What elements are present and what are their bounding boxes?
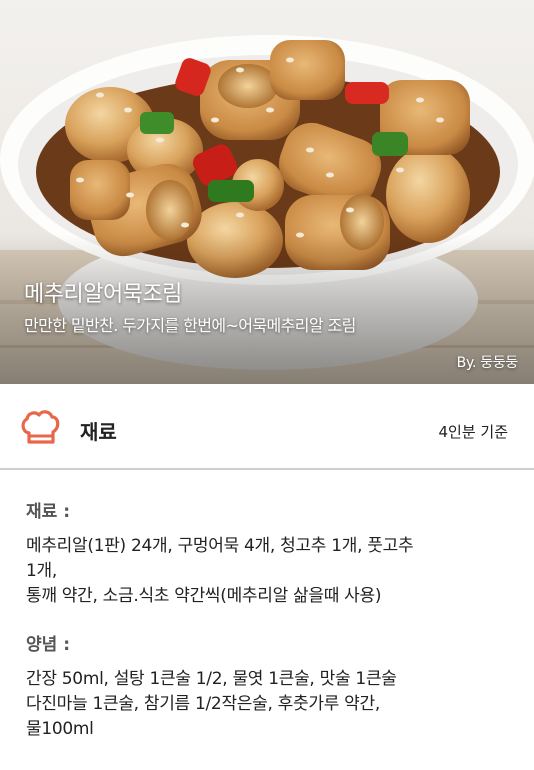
recipe-hero-image: 메추리알어묵조림 만만한 밑반찬. 두가지를 한번에~어묵메추리알 조림 By.… <box>0 0 534 384</box>
ingredient-line: 통깨 약간, 소금.식초 약간씩(메추리알 삶을때 사용) <box>26 586 382 606</box>
recipe-title: 메추리알어묵조림 <box>24 282 182 307</box>
sauce-ingredients-label: 양념 : <box>26 635 70 655</box>
chef-hat-icon <box>21 410 60 444</box>
serving-size: 4인분 기준 <box>438 423 508 441</box>
sauce-ingredients-list: 간장 50ml, 설탕 1큰술 1/2, 물엿 1큰술, 맛술 1큰술 다진마늘… <box>26 667 516 742</box>
main-ingredients-list: 메추리알(1판) 24개, 구멍어묵 4개, 청고추 1개, 풋고추 1개, 통… <box>26 534 516 609</box>
ingredient-line: 다진마늘 1큰술, 참기름 1/2작은술, 후춧가루 약간, <box>26 694 380 714</box>
hero-gradient-overlay <box>0 234 534 384</box>
recipe-author[interactable]: By. 둥둥둥 <box>457 352 519 372</box>
sauce-ingredients-group: 양념 : 간장 50ml, 설탕 1큰술 1/2, 물엿 1큰술, 맛술 1큰술… <box>26 633 516 742</box>
ingredients-section-header: 재료 4인분 기준 <box>0 384 534 470</box>
main-ingredients-label: 재료 : <box>26 502 70 522</box>
ingredients-content: 재료 : 메추리알(1판) 24개, 구멍어묵 4개, 청고추 1개, 풋고추 … <box>26 500 516 742</box>
ingredient-line: 물100ml <box>26 719 94 739</box>
recipe-subtitle: 만만한 밑반찬. 두가지를 한번에~어묵메추리알 조림 <box>24 316 356 335</box>
main-ingredients-group: 재료 : 메추리알(1판) 24개, 구멍어묵 4개, 청고추 1개, 풋고추 … <box>26 500 516 609</box>
ingredient-line: 1개, <box>26 561 57 581</box>
ingredient-line: 간장 50ml, 설탕 1큰술 1/2, 물엿 1큰술, 맛술 1큰술 <box>26 669 397 689</box>
ingredient-line: 메추리알(1판) 24개, 구멍어묵 4개, 청고추 1개, 풋고추 <box>26 536 414 556</box>
section-title: 재료 <box>80 420 117 444</box>
